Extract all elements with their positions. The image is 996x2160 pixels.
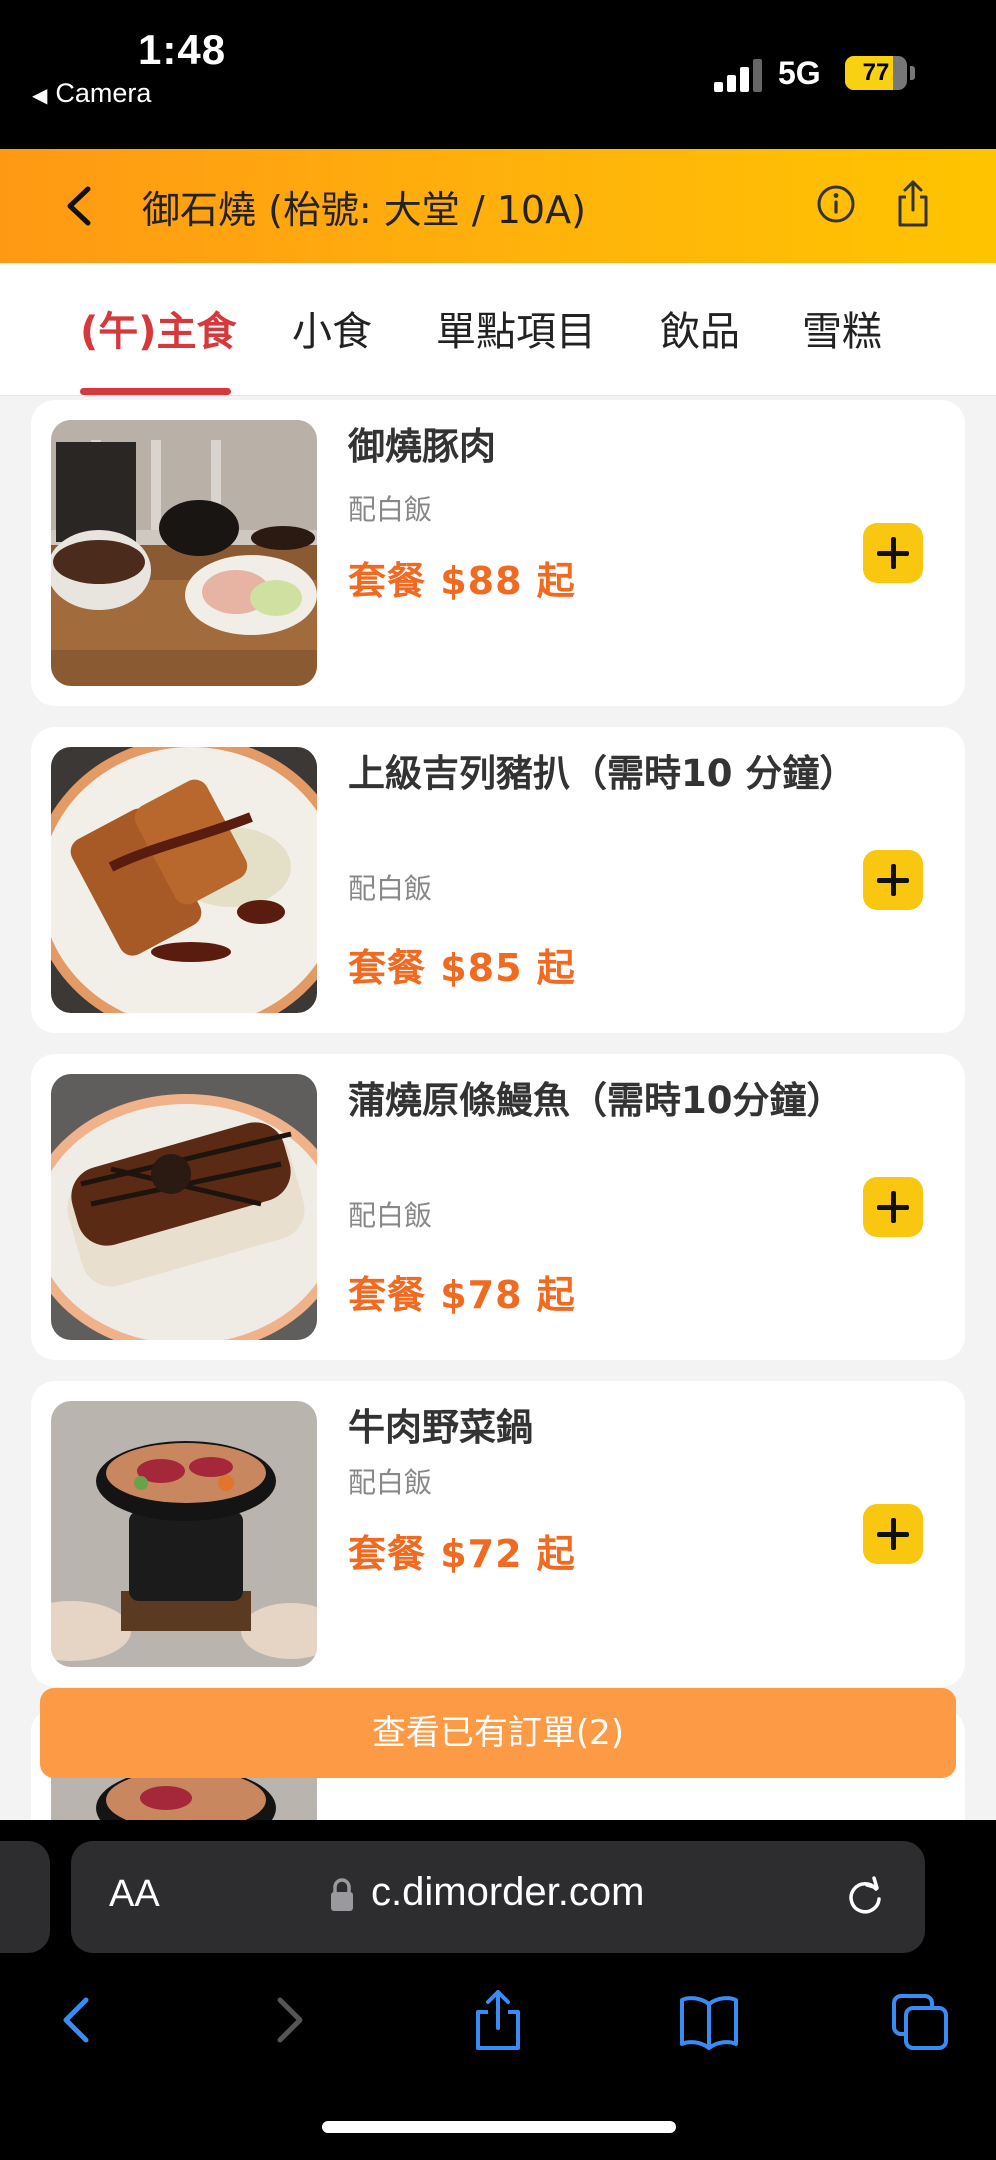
bookmarks-icon[interactable] [678, 1988, 740, 2052]
battery-level: 77 [862, 59, 890, 86]
dish-description: 配白飯 [348, 493, 433, 526]
battery-cap [910, 66, 915, 80]
chevron-left-icon[interactable] [60, 183, 100, 229]
add-item-button[interactable] [863, 523, 923, 583]
app-header: 御石燒 (枱號: 大堂 / 10A) [0, 149, 996, 263]
tab-lunch-main[interactable]: (午)主食 [80, 299, 237, 357]
menu-item-card[interactable]: 蒲燒原條鰻魚（需時10分鐘） 配白飯 套餐 $78 起 [31, 1054, 965, 1360]
address-bar[interactable]: AA c.dimorder.com [71, 1841, 925, 1953]
dish-description: 配白飯 [348, 1199, 433, 1232]
dish-price: 套餐 $72 起 [348, 1532, 576, 1576]
dish-name: 牛肉野菜鍋 [348, 1406, 533, 1449]
url-text[interactable]: c.dimorder.com [371, 1870, 644, 1915]
menu-item-card[interactable]: 上級吉列豬扒（需時10 分鐘） 配白飯 套餐 $85 起 [31, 727, 965, 1033]
tab-drinks[interactable]: 飲品 [660, 299, 740, 357]
dish-description: 配白飯 [348, 872, 433, 905]
back-triangle-icon: ◀ [32, 85, 48, 107]
menu-item-card[interactable]: 御燒豚肉 配白飯 套餐 $88 起 [31, 400, 965, 706]
lock-icon [331, 1878, 353, 1911]
dish-photo [51, 420, 317, 686]
network-type: 5G [778, 55, 821, 91]
tabs-icon[interactable] [890, 1988, 950, 2052]
page-title: 御石燒 (枱號: 大堂 / 10A) [142, 188, 586, 232]
menu-item-card[interactable]: 牛肉野菜鍋 配白飯 套餐 $72 起 [31, 1381, 965, 1687]
view-orders-button[interactable]: 查看已有訂單(2) [40, 1688, 956, 1778]
add-item-button[interactable] [863, 1504, 923, 1564]
browser-toolbar: AA c.dimorder.com [0, 1820, 996, 2160]
dish-price: 套餐 $88 起 [348, 559, 576, 603]
back-to-camera-label: Camera [55, 78, 152, 108]
share-icon[interactable] [893, 179, 933, 229]
share-icon[interactable] [470, 1988, 526, 2052]
status-time: 1:48 [138, 26, 227, 73]
forward-icon[interactable] [262, 1988, 318, 2052]
signal-strength-icon [714, 58, 764, 92]
battery-icon: 77 [845, 56, 907, 90]
home-indicator[interactable] [322, 2121, 676, 2133]
previous-tab-edge[interactable] [0, 1841, 50, 1953]
reload-icon[interactable] [843, 1875, 887, 1919]
status-bar: 1:48 ◀ Camera 5G 77 [0, 0, 996, 149]
category-tabs: (午)主食 小食 單點項目 飲品 雪糕 [0, 263, 996, 396]
tab-snacks[interactable]: 小食 [292, 299, 372, 357]
info-icon[interactable] [816, 184, 856, 224]
tab-ice-cream[interactable]: 雪糕 [802, 299, 882, 357]
dish-price: 套餐 $78 起 [348, 1273, 576, 1317]
add-item-button[interactable] [863, 1177, 923, 1237]
dish-description: 配白飯 [348, 1466, 433, 1499]
dish-name: 上級吉列豬扒（需時10 分鐘） [348, 752, 857, 795]
dish-photo [51, 1074, 317, 1340]
back-icon[interactable] [48, 1988, 104, 2052]
dish-photo [51, 1401, 317, 1667]
add-item-button[interactable] [863, 850, 923, 910]
back-to-camera-link[interactable]: ◀ Camera [32, 78, 151, 109]
active-tab-indicator [80, 388, 231, 395]
dish-price: 套餐 $85 起 [348, 946, 576, 990]
dish-name: 御燒豚肉 [348, 425, 496, 468]
tab-a-la-carte[interactable]: 單點項目 [436, 299, 596, 357]
dish-name: 蒲燒原條鰻魚（需時10分鐘） [348, 1079, 844, 1122]
text-size-button[interactable]: AA [109, 1873, 160, 1916]
dish-photo [51, 747, 317, 1013]
menu-list: 御燒豚肉 配白飯 套餐 $88 起 上級吉列豬扒（需時10 分鐘） 配白飯 套餐… [0, 395, 996, 1820]
